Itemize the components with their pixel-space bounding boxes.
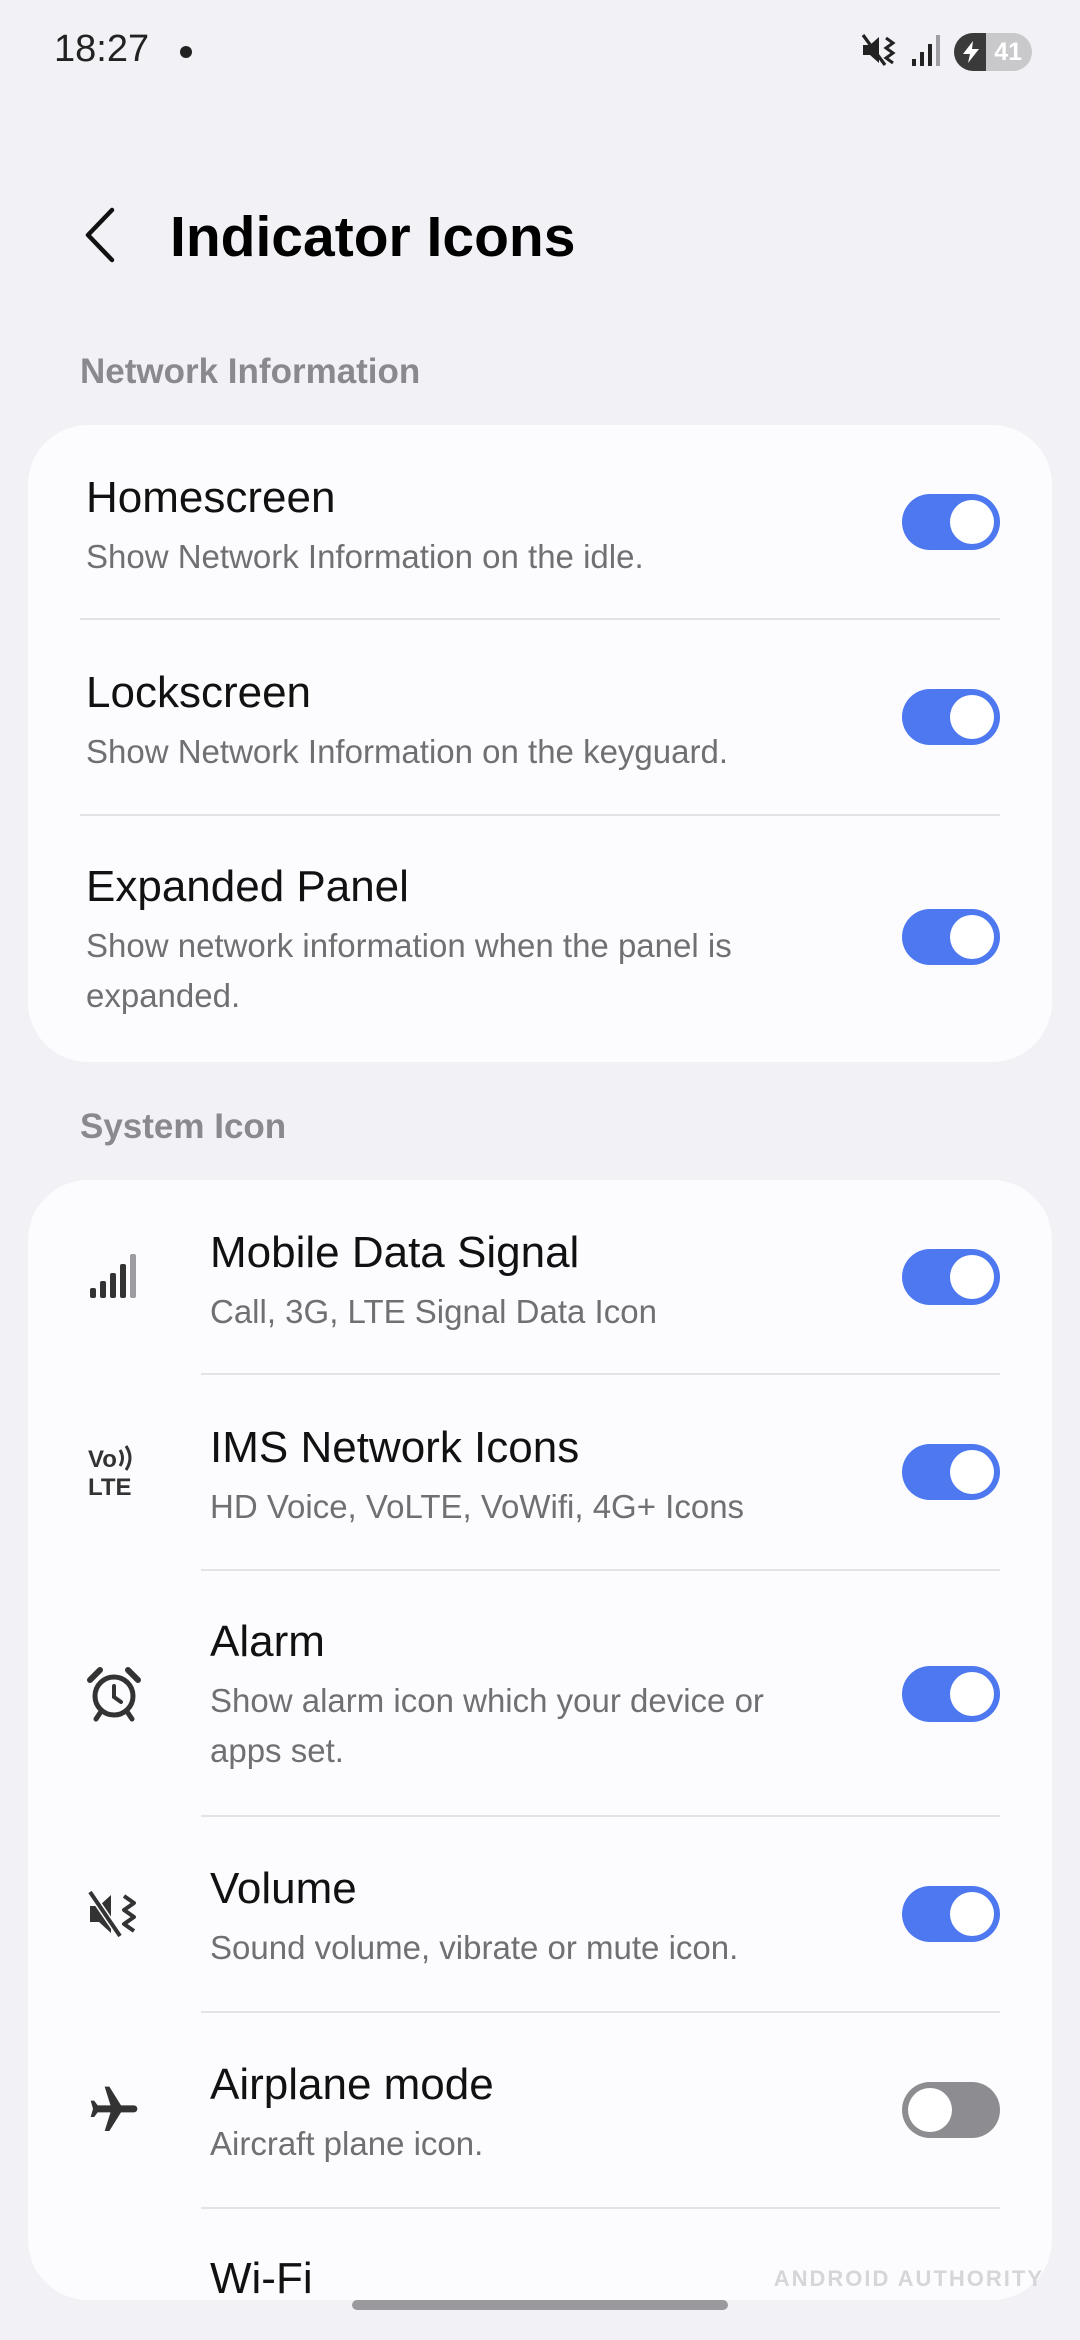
setting-title: Homescreen — [86, 473, 336, 522]
volte-icon: Vo LTE — [76, 1433, 152, 1509]
header: Indicator Icons — [0, 180, 1080, 290]
toggle-knob — [950, 500, 994, 544]
home-indicator[interactable] — [352, 2300, 728, 2310]
setting-row-ims-network-icons[interactable]: Vo LTE IMS Network Icons HD Voice, VoLTE… — [28, 1375, 1052, 1570]
toggle-ims-network-icons[interactable] — [902, 1444, 1000, 1500]
toggle-mobile-data-signal[interactable] — [902, 1249, 1000, 1305]
status-bar: 18:27 41 — [0, 0, 1080, 110]
mute-vibrate-icon — [76, 1876, 152, 1952]
toggle-knob — [950, 1255, 994, 1299]
setting-title: Alarm — [210, 1617, 325, 1666]
setting-subtitle: Aircraft plane icon. — [210, 2125, 484, 2162]
setting-subtitle-line1: Show alarm icon which your device or — [210, 1682, 764, 1719]
airplane-icon — [76, 2072, 152, 2148]
toggle-homescreen[interactable] — [902, 494, 1000, 550]
battery-level: 41 — [994, 38, 1022, 66]
setting-title: Lockscreen — [86, 668, 312, 717]
toggle-alarm[interactable] — [902, 1666, 1000, 1722]
notification-dot-icon — [180, 46, 192, 58]
status-time: 18:27 — [54, 28, 150, 70]
setting-row-alarm[interactable]: Alarm Show alarm icon which your device … — [28, 1570, 1052, 1817]
watermark: ANDROID AUTHORITY — [773, 2266, 1044, 2291]
status-icons: 41 — [860, 30, 1032, 74]
toggle-volume[interactable] — [902, 1886, 1000, 1942]
setting-row-homescreen[interactable]: Homescreen Show Network Information on t… — [28, 425, 1052, 620]
setting-title: Wi-Fi — [210, 2254, 313, 2300]
setting-title: Airplane mode — [210, 2060, 494, 2109]
toggle-knob — [908, 2088, 952, 2132]
system-icon-card: Mobile Data Signal Call, 3G, LTE Signal … — [28, 1180, 1052, 2300]
chevron-left-icon — [85, 207, 115, 263]
setting-row-lockscreen[interactable]: Lockscreen Show Network Information on t… — [28, 620, 1052, 815]
toggle-knob — [950, 695, 994, 739]
battery-charging-icon: 41 — [954, 33, 1032, 71]
toggle-knob — [950, 1892, 994, 1936]
signal-icon — [910, 30, 944, 75]
toggle-expanded-panel[interactable] — [902, 909, 1000, 965]
setting-title: Expanded Panel — [86, 862, 409, 911]
setting-title: IMS Network Icons — [210, 1423, 580, 1472]
toggle-lockscreen[interactable] — [902, 689, 1000, 745]
setting-subtitle: Sound volume, vibrate or mute icon. — [210, 1929, 739, 1966]
setting-title: Volume — [210, 1864, 357, 1913]
setting-subtitle: Show Network Information on the idle. — [86, 538, 644, 575]
setting-row-airplane-mode[interactable]: Airplane mode Aircraft plane icon. — [28, 2012, 1052, 2208]
volte-icon-text-top: Vo — [88, 1446, 117, 1473]
setting-subtitle: HD Voice, VoLTE, VoWifi, 4G+ Icons — [210, 1488, 745, 1525]
toggle-knob — [950, 1450, 994, 1494]
section-title-network: Network Information — [80, 352, 421, 391]
setting-subtitle-line2: apps set. — [210, 1732, 344, 1769]
back-button[interactable] — [70, 202, 130, 268]
mute-vibrate-icon — [860, 30, 900, 75]
setting-title: Mobile Data Signal — [210, 1228, 580, 1277]
toggle-airplane-mode[interactable] — [902, 2082, 1000, 2138]
toggle-knob — [950, 1672, 994, 1716]
bolt-icon — [963, 41, 979, 63]
setting-subtitle-line1: Show network information when the panel … — [86, 927, 732, 964]
setting-row-expanded-panel[interactable]: Expanded Panel Show network information … — [28, 815, 1052, 1062]
section-title-system: System Icon — [80, 1107, 287, 1146]
setting-row-mobile-data-signal[interactable]: Mobile Data Signal Call, 3G, LTE Signal … — [28, 1180, 1052, 1375]
alarm-clock-icon — [76, 1656, 152, 1732]
setting-subtitle: Call, 3G, LTE Signal Data Icon — [210, 1293, 657, 1330]
setting-row-volume[interactable]: Volume Sound volume, vibrate or mute ico… — [28, 1816, 1052, 2012]
signal-bars-icon — [76, 1238, 152, 1314]
page-title: Indicator Icons — [170, 205, 576, 269]
setting-subtitle: Show Network Information on the keyguard… — [86, 733, 729, 770]
toggle-knob — [950, 915, 994, 959]
network-info-card: Homescreen Show Network Information on t… — [28, 425, 1052, 1062]
setting-subtitle-line2: expanded. — [86, 977, 241, 1014]
volte-icon-text-bottom: LTE — [88, 1474, 132, 1501]
